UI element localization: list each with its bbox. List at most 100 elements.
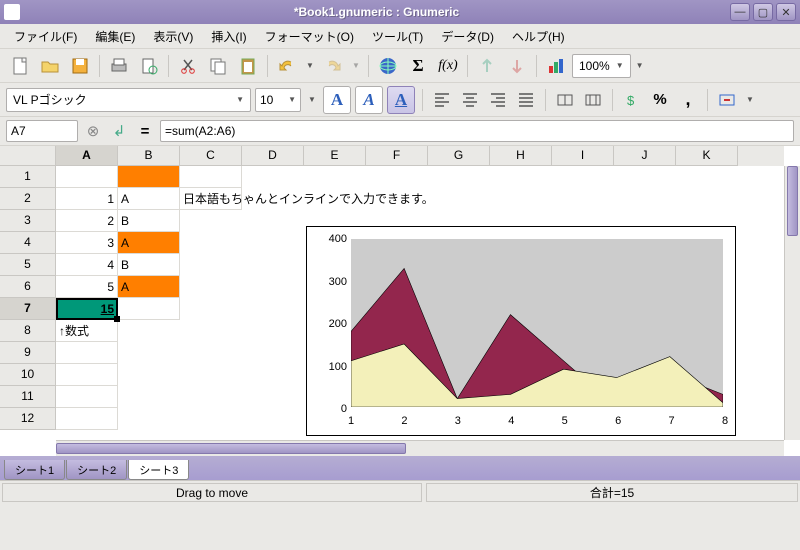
menu-data[interactable]: データ(D) <box>433 25 502 48</box>
toolbar-overflow[interactable]: ▼ <box>633 52 647 80</box>
sort-desc-button[interactable] <box>503 52 531 80</box>
formula-input[interactable]: =sum(A2:A6) <box>160 120 794 142</box>
menu-edit[interactable]: 編集(E) <box>87 25 143 48</box>
sum-button[interactable]: Σ <box>404 52 432 80</box>
col-header[interactable]: H <box>490 146 552 166</box>
align-left-button[interactable] <box>430 88 454 112</box>
col-header[interactable]: F <box>366 146 428 166</box>
print-preview-button[interactable] <box>135 52 163 80</box>
row-header[interactable]: 6 <box>0 276 56 298</box>
menu-insert[interactable]: 挿入(I) <box>203 25 254 48</box>
col-header[interactable]: C <box>180 146 242 166</box>
row-headers[interactable]: 1 2 3 4 5 6 7 8 9 10 11 12 <box>0 166 56 430</box>
paste-button[interactable] <box>234 52 262 80</box>
row-header[interactable]: 4 <box>0 232 56 254</box>
row-header[interactable]: 10 <box>0 364 56 386</box>
svg-text:$: $ <box>627 93 635 108</box>
function-button[interactable]: f(x) <box>434 52 462 80</box>
horizontal-scrollbar[interactable] <box>56 440 784 456</box>
cancel-edit-button[interactable]: ⊗ <box>82 120 104 142</box>
spreadsheet-grid[interactable]: A B C D E F G H I J K 1 2 3 4 5 6 7 8 9 … <box>0 146 800 456</box>
bold-button[interactable]: A <box>323 86 351 114</box>
redo-dropdown[interactable]: ▼ <box>349 52 363 80</box>
window-title: *Book1.gnumeric : Gnumeric <box>26 5 727 19</box>
split-cells-button[interactable] <box>581 88 605 112</box>
align-justify-button[interactable] <box>514 88 538 112</box>
currency-button[interactable]: $ <box>620 88 644 112</box>
align-right-button[interactable] <box>486 88 510 112</box>
chart-button[interactable] <box>542 52 570 80</box>
format-overflow[interactable]: ▼ <box>743 86 757 114</box>
chart-plot-area <box>351 239 723 407</box>
menu-view[interactable]: 表示(V) <box>145 25 201 48</box>
col-header[interactable]: I <box>552 146 614 166</box>
col-header[interactable]: K <box>676 146 738 166</box>
row-header[interactable]: 2 <box>0 188 56 210</box>
sheet-tab[interactable]: シート2 <box>66 460 127 480</box>
size-dropdown[interactable]: ▼ <box>305 86 319 114</box>
accept-edit-button[interactable]: ↲ <box>108 120 130 142</box>
copy-button[interactable] <box>204 52 232 80</box>
col-header[interactable]: A <box>56 146 118 166</box>
row-header[interactable]: 5 <box>0 254 56 276</box>
align-center-button[interactable] <box>458 88 482 112</box>
select-all-corner[interactable] <box>0 146 56 166</box>
comma-button[interactable]: , <box>676 88 700 112</box>
col-header[interactable]: J <box>614 146 676 166</box>
row-header[interactable]: 3 <box>0 210 56 232</box>
new-button[interactable] <box>6 52 34 80</box>
print-button[interactable] <box>105 52 133 80</box>
menu-help[interactable]: ヘルプ(H) <box>504 25 573 48</box>
maximize-button[interactable]: ▢ <box>753 3 773 21</box>
sheet-tabs: シート1 シート2 シート3 <box>0 456 800 480</box>
cell-reference-box[interactable]: A7 <box>6 120 78 142</box>
undo-button[interactable] <box>273 52 301 80</box>
sort-asc-button[interactable] <box>473 52 501 80</box>
formula-bar: A7 ⊗ ↲ = =sum(A2:A6) <box>0 116 800 146</box>
menu-file[interactable]: ファイル(F) <box>6 25 85 48</box>
row-header[interactable]: 8 <box>0 320 56 342</box>
font-size-selector[interactable]: 10▼ <box>255 88 301 112</box>
undo-dropdown[interactable]: ▼ <box>303 52 317 80</box>
status-message: Drag to move <box>2 483 422 502</box>
minimize-button[interactable]: — <box>730 3 750 21</box>
italic-button[interactable]: A <box>355 86 383 114</box>
menu-tools[interactable]: ツール(T) <box>364 25 431 48</box>
col-header[interactable]: D <box>242 146 304 166</box>
save-button[interactable] <box>66 52 94 80</box>
redo-button[interactable] <box>319 52 347 80</box>
row-header[interactable]: 9 <box>0 342 56 364</box>
close-button[interactable]: ✕ <box>776 3 796 21</box>
percent-button[interactable]: % <box>648 88 672 112</box>
equals-label: = <box>134 120 156 142</box>
toolbar-format: VL Pゴシック▼ 10▼ ▼ A A A $ % , ▼ <box>0 82 800 116</box>
status-bar: Drag to move 合計=15 <box>0 480 800 504</box>
cut-button[interactable] <box>174 52 202 80</box>
open-button[interactable] <box>36 52 64 80</box>
col-header[interactable]: B <box>118 146 180 166</box>
embedded-chart[interactable]: 010020030040012345678 <box>306 226 736 436</box>
merge-cells-button[interactable] <box>553 88 577 112</box>
vertical-scrollbar[interactable] <box>784 166 800 440</box>
zoom-box[interactable]: 100%▼ <box>572 54 631 78</box>
cells-area[interactable]: 1A 2B 3A 4B 5A 15 ↑数式 日本語もちゃんとインラインで入力でき… <box>56 166 784 440</box>
column-headers[interactable]: A B C D E F G H I J K <box>56 146 784 166</box>
titlebar: *Book1.gnumeric : Gnumeric — ▢ ✕ <box>0 0 800 24</box>
font-selector[interactable]: VL Pゴシック▼ <box>6 88 251 112</box>
underline-button[interactable]: A <box>387 86 415 114</box>
app-icon <box>4 4 20 20</box>
toolbar-main: ▼ ▼ Σ f(x) 100%▼ ▼ <box>0 48 800 82</box>
col-header[interactable]: G <box>428 146 490 166</box>
col-header[interactable]: E <box>304 146 366 166</box>
row-header[interactable]: 7 <box>0 298 56 320</box>
scrollbar-thumb[interactable] <box>56 443 406 454</box>
row-header[interactable]: 11 <box>0 386 56 408</box>
scrollbar-thumb[interactable] <box>787 166 798 236</box>
decrease-decimal-button[interactable] <box>715 88 739 112</box>
menu-format[interactable]: フォーマット(O) <box>257 25 362 48</box>
row-header[interactable]: 1 <box>0 166 56 188</box>
sheet-tab-active[interactable]: シート3 <box>128 460 189 480</box>
hyperlink-button[interactable] <box>374 52 402 80</box>
row-header[interactable]: 12 <box>0 408 56 430</box>
sheet-tab[interactable]: シート1 <box>4 460 65 480</box>
